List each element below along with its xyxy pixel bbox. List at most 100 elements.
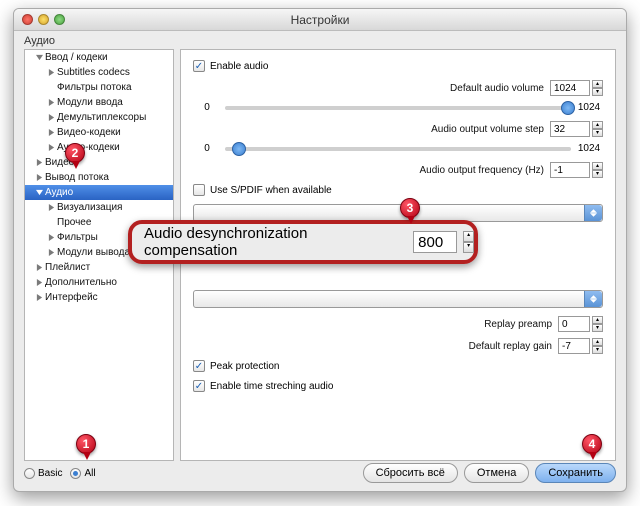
disclosure-none-icon[interactable] [47, 219, 55, 227]
disclosure-right-icon[interactable] [47, 69, 55, 77]
sidebar-item[interactable]: Дополнительно [25, 275, 173, 290]
disclosure-down-icon[interactable] [35, 54, 43, 62]
disclosure-right-icon[interactable] [35, 279, 43, 287]
save-button[interactable]: Сохранить [535, 463, 616, 483]
disclosure-right-icon[interactable] [47, 204, 55, 212]
cancel-button[interactable]: Отмена [464, 463, 529, 483]
sidebar-item-label: Модули вывода [57, 247, 130, 258]
zoom-icon[interactable] [54, 14, 65, 25]
step-slider[interactable] [225, 147, 571, 151]
stepper-icon[interactable]: ▴▾ [592, 316, 603, 332]
sidebar-item[interactable]: Интерфейс [25, 290, 173, 305]
sidebar-item-label: Фильтры [57, 232, 98, 243]
sidebar-item[interactable]: Визуализация [25, 200, 173, 215]
sidebar-item[interactable]: Фильтры потока [25, 80, 173, 95]
peak-protection-row[interactable]: ✓ Peak protection [193, 360, 603, 372]
bottom-bar: Basic All Сбросить всё Отмена Сохранить [24, 463, 616, 483]
sidebar-item-label: Фильтры потока [57, 82, 132, 93]
chevron-updown-icon [584, 291, 602, 307]
sidebar-item[interactable]: Аудио-кодеки [25, 140, 173, 155]
output-freq-input[interactable] [550, 162, 590, 178]
disclosure-down-icon[interactable] [35, 189, 43, 197]
stepper-icon[interactable]: ▴▾ [592, 162, 603, 178]
volume-slider-row: 0 1024 [193, 102, 603, 113]
default-volume-input[interactable] [550, 80, 590, 96]
stepper-icon[interactable]: ▴▾ [592, 338, 603, 354]
chevron-updown-icon [584, 205, 602, 221]
sidebar-item-label: Видео-кодеки [57, 127, 121, 138]
callout-desync-input[interactable] [413, 231, 457, 253]
spdif-label: Use S/PDIF when available [210, 185, 332, 196]
disclosure-right-icon[interactable] [35, 159, 43, 167]
section-header: Аудио [14, 31, 626, 49]
sidebar-item[interactable]: Аудио [25, 185, 173, 200]
callout-desync: Audio desynchronization compensation ▴▾ [128, 220, 478, 264]
replay-preamp-input[interactable] [558, 316, 590, 332]
badge-1: 1 [76, 434, 98, 462]
sidebar-item-label: Визуализация [57, 202, 122, 213]
sidebar-item-label: Subtitles codecs [57, 67, 130, 78]
stepper-icon[interactable]: ▴▾ [592, 121, 603, 137]
badge-3: 3 [400, 198, 422, 226]
disclosure-right-icon[interactable] [47, 144, 55, 152]
disclosure-right-icon[interactable] [35, 294, 43, 302]
mode-radios: Basic All [24, 468, 96, 479]
time-stretch-row[interactable]: ✓ Enable time streching audio [193, 380, 603, 392]
sidebar-item-label: Дополнительно [45, 277, 117, 288]
checkbox-icon[interactable]: ✓ [193, 60, 205, 72]
window-title: Настройки [14, 13, 626, 27]
peak-protection-label: Peak protection [210, 361, 280, 372]
output-freq-label: Audio output frequency (Hz) [193, 165, 550, 176]
default-volume-label: Default audio volume [193, 83, 550, 94]
checkbox-icon[interactable]: ✓ [193, 360, 205, 372]
step-slider-row: 0 1024 [193, 143, 603, 154]
replay-preamp-label: Replay preamp [193, 319, 558, 330]
sidebar-item-label: Вывод потока [45, 172, 109, 183]
sidebar-item[interactable]: Вывод потока [25, 170, 173, 185]
output-step-label: Audio output volume step [193, 124, 550, 135]
reset-button[interactable]: Сбросить всё [363, 463, 458, 483]
sidebar-item-label: Интерфейс [45, 292, 98, 303]
sidebar-item[interactable]: Видео-кодеки [25, 125, 173, 140]
badge-2: 2 [65, 143, 87, 171]
disclosure-right-icon[interactable] [47, 249, 55, 257]
close-icon[interactable] [22, 14, 33, 25]
sidebar-item-label: Модули ввода [57, 97, 123, 108]
sidebar-item-label: Плейлист [45, 262, 90, 273]
enable-audio-label: Enable audio [210, 61, 268, 72]
disclosure-right-icon[interactable] [35, 264, 43, 272]
disclosure-right-icon[interactable] [47, 234, 55, 242]
checkbox-icon[interactable]: ✓ [193, 380, 205, 392]
disclosure-right-icon[interactable] [47, 114, 55, 122]
sidebar-item-label: Прочее [57, 217, 91, 228]
volume-slider[interactable] [225, 106, 571, 110]
callout-desync-label: Audio desynchronization compensation [132, 225, 413, 259]
sidebar-item[interactable]: Модули ввода [25, 95, 173, 110]
sidebar-item-label: Аудио [45, 187, 73, 198]
radio-basic[interactable]: Basic [24, 468, 62, 479]
enable-audio-row[interactable]: ✓ Enable audio [193, 60, 603, 72]
sidebar-item-label: Ввод / кодеки [45, 52, 108, 63]
badge-4: 4 [582, 434, 604, 462]
titlebar: Настройки [14, 9, 626, 31]
sidebar-item-label: Демультиплексоры [57, 112, 146, 123]
sidebar-item[interactable]: Демультиплексоры [25, 110, 173, 125]
sidebar-item[interactable]: Ввод / кодеки [25, 50, 173, 65]
checkbox-icon[interactable] [193, 184, 205, 196]
sidebar-item[interactable]: Видео [25, 155, 173, 170]
time-stretch-label: Enable time streching audio [210, 381, 333, 392]
output-step-input[interactable] [550, 121, 590, 137]
minimize-icon[interactable] [38, 14, 49, 25]
stepper-icon[interactable]: ▴▾ [592, 80, 603, 96]
dropdown-2[interactable] [193, 290, 603, 308]
default-replay-gain-input[interactable] [558, 338, 590, 354]
radio-all[interactable]: All [70, 468, 95, 479]
default-replay-gain-label: Default replay gain [193, 341, 558, 352]
disclosure-right-icon[interactable] [47, 99, 55, 107]
disclosure-none-icon[interactable] [47, 84, 55, 92]
spdif-row[interactable]: Use S/PDIF when available [193, 184, 603, 196]
sidebar-item[interactable]: Subtitles codecs [25, 65, 173, 80]
stepper-icon[interactable]: ▴▾ [463, 231, 474, 253]
disclosure-right-icon[interactable] [47, 129, 55, 137]
disclosure-right-icon[interactable] [35, 174, 43, 182]
